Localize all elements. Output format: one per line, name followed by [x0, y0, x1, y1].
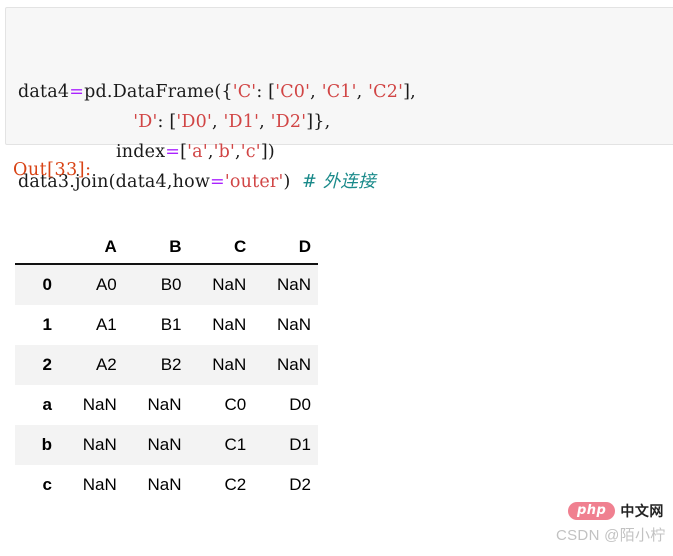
- table-cell: D0: [253, 385, 318, 425]
- column-header-b: B: [123, 222, 189, 265]
- code-token-plain: ,: [310, 82, 322, 102]
- dataframe-table: A B C D 0 A0 B0 NaN NaN 1 A1 B1 NaN NaN 2 A2 B2 NaN Na…: [15, 222, 318, 505]
- row-index-label: c: [15, 465, 59, 505]
- table-cell: NaN: [253, 264, 318, 305]
- row-index-label: b: [15, 425, 59, 465]
- table-head: A B C D: [15, 222, 318, 265]
- watermark-site-name: 中文网: [620, 503, 664, 519]
- watermark: php 中文网 CSDN @陌小柠: [556, 500, 673, 552]
- table-cell: NaN: [188, 345, 254, 385]
- column-header-a: A: [59, 222, 124, 265]
- code-token-str: 'C2': [368, 82, 404, 102]
- table-row: c NaN NaN C2 D2: [15, 465, 318, 505]
- table-cell: A2: [59, 345, 124, 385]
- table-cell: C2: [188, 465, 254, 505]
- row-index-label: 0: [15, 264, 59, 305]
- watermark-logo: php 中文网: [556, 500, 673, 522]
- jupyter-code-cell[interactable]: data4=pd.DataFrame({'C': ['C0', 'C1', 'C…: [5, 7, 673, 192]
- table-cell: NaN: [123, 465, 189, 505]
- code-source[interactable]: data4=pd.DataFrame({'C': ['C0', 'C1', 'C…: [18, 77, 673, 197]
- row-index-label: a: [15, 385, 59, 425]
- code-token-str: 'D1': [223, 112, 260, 132]
- row-index-label: 2: [15, 345, 59, 385]
- code-token-cmt: # 外连接: [302, 172, 376, 192]
- code-token-plain: ]): [260, 142, 275, 162]
- column-header-c: C: [188, 222, 254, 265]
- code-line: 'D': ['D0', 'D1', 'D2']},: [18, 107, 673, 137]
- table-row: 1 A1 B1 NaN NaN: [15, 305, 318, 345]
- table-cell: NaN: [59, 465, 124, 505]
- code-token-plain: data4: [18, 82, 70, 102]
- table-cell: B1: [123, 305, 189, 345]
- table-cell: NaN: [123, 385, 189, 425]
- php-logo-icon: php: [568, 502, 616, 520]
- table-row: a NaN NaN C0 D0: [15, 385, 318, 425]
- code-token-plain: ,: [259, 112, 271, 132]
- table-row: b NaN NaN C1 D1: [15, 425, 318, 465]
- table-cell: NaN: [253, 305, 318, 345]
- table-cell: A0: [59, 264, 124, 305]
- table-body: 0 A0 B0 NaN NaN 1 A1 B1 NaN NaN 2 A2 B2 NaN NaN a NaN NaN…: [15, 264, 318, 505]
- code-token-plain: index: [18, 142, 166, 162]
- code-token-str: 'C0': [275, 82, 311, 102]
- table-cell: A1: [59, 305, 124, 345]
- table-cell: NaN: [253, 345, 318, 385]
- code-line: data4=pd.DataFrame({'C': ['C0', 'C1', 'C…: [18, 77, 673, 107]
- table-cell: B0: [123, 264, 189, 305]
- table-row: 2 A2 B2 NaN NaN: [15, 345, 318, 385]
- table-cell: NaN: [123, 425, 189, 465]
- code-line: data3.join(data4,how='outer') # 外连接: [18, 167, 673, 197]
- code-token-plain: : [: [256, 82, 276, 102]
- column-header-index: [15, 222, 59, 265]
- notebook-page: data4=pd.DataFrame({'C': ['C0', 'C1', 'C…: [0, 0, 673, 556]
- table-cell: B2: [123, 345, 189, 385]
- table-cell: NaN: [59, 385, 124, 425]
- table-cell: NaN: [59, 425, 124, 465]
- table-cell: C0: [188, 385, 254, 425]
- code-token-str: 'outer': [224, 172, 284, 192]
- code-token-str: 'C': [232, 82, 257, 102]
- code-token-plain: ,: [356, 82, 369, 102]
- code-token-str: 'D2': [270, 112, 307, 132]
- output-prompt: Out[33]:: [13, 160, 92, 180]
- code-token-plain: ]},: [306, 112, 331, 132]
- code-token-op: =: [210, 172, 225, 192]
- dataframe-output: A B C D 0 A0 B0 NaN NaN 1 A1 B1 NaN NaN 2 A2 B2 NaN Na…: [15, 222, 318, 505]
- code-token-str: 'b': [213, 142, 236, 162]
- column-header-d: D: [253, 222, 318, 265]
- table-cell: NaN: [188, 264, 254, 305]
- table-cell: D2: [253, 465, 318, 505]
- code-token-plain: ,: [212, 112, 224, 132]
- table-header-row: A B C D: [15, 222, 318, 265]
- code-token-plain: : [: [157, 112, 177, 132]
- table-cell: NaN: [188, 305, 254, 345]
- code-token-str: 'a': [187, 142, 208, 162]
- code-token-plain: pd.DataFrame({: [84, 82, 233, 102]
- table-row: 0 A0 B0 NaN NaN: [15, 264, 318, 305]
- code-token-str: 'D0': [176, 112, 213, 132]
- code-line: index=['a','b','c']): [18, 137, 673, 167]
- row-index-label: 1: [15, 305, 59, 345]
- table-cell: D1: [253, 425, 318, 465]
- code-token-plain: ],: [403, 82, 416, 102]
- code-token-str: 'c': [240, 142, 261, 162]
- table-cell: C1: [188, 425, 254, 465]
- code-token-op: =: [165, 142, 181, 162]
- code-token-str: 'C1': [321, 82, 357, 102]
- code-token-op: =: [69, 82, 85, 102]
- watermark-attribution: CSDN @陌小柠: [556, 527, 666, 544]
- code-token-plain: ): [283, 172, 303, 192]
- code-token-str: 'D': [133, 112, 158, 132]
